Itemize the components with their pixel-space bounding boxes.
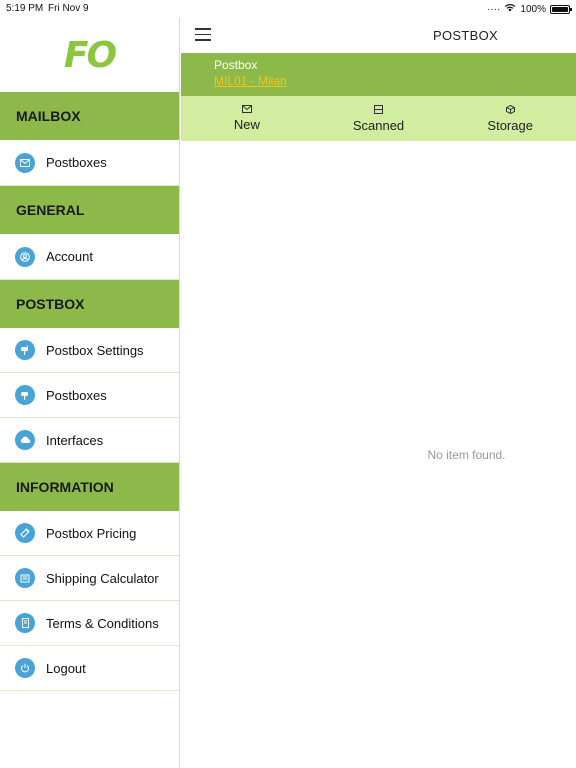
document-icon — [15, 613, 35, 633]
tab-scanned[interactable]: Scanned — [313, 96, 445, 141]
sidebar-item-shipping-calculator[interactable]: Shipping Calculator — [0, 556, 179, 601]
sidebar-item-postbox-postboxes[interactable]: Postboxes — [0, 373, 179, 418]
sidebar-item-interfaces[interactable]: Interfaces — [0, 418, 179, 463]
tab-storage[interactable]: Storage — [444, 96, 576, 141]
signal-dots-icon: ···· — [487, 3, 501, 15]
status-time: 5:19 PM — [6, 3, 44, 14]
tab-label: Storage — [487, 117, 533, 133]
status-right: ···· 100% — [487, 3, 572, 15]
battery-icon — [550, 4, 572, 14]
status-date: Fri Nov 9 — [48, 3, 89, 14]
sidebar-item-label: Postboxes — [46, 387, 107, 403]
user-icon — [15, 246, 35, 267]
sidebar: FO MAILBOX Postboxes GENERAL Account POS… — [0, 18, 180, 768]
empty-message: No item found. — [427, 448, 506, 462]
sidebar-item-label: Postboxes — [46, 155, 107, 170]
section-header-mailbox: MAILBOX — [0, 92, 179, 140]
hamburger-menu-icon[interactable] — [195, 28, 211, 41]
sidebar-item-label: Account — [46, 249, 93, 264]
postbox-selector-link[interactable]: MIL01 - Milan — [214, 74, 287, 88]
sidebar-item-postbox-pricing[interactable]: Postbox Pricing — [0, 511, 179, 556]
logo-area: FO — [0, 18, 179, 92]
cloud-icon — [15, 430, 35, 450]
sidebar-item-label: Terms & Conditions — [46, 615, 159, 631]
sidebar-item-mailbox-postboxes[interactable]: Postboxes — [0, 140, 179, 186]
sidebar-item-label: Postbox Pricing — [46, 525, 137, 541]
sidebar-item-postbox-settings[interactable]: Postbox Settings — [0, 328, 179, 373]
section-header-information: INFORMATION — [0, 463, 179, 511]
app-logo: FO — [63, 34, 117, 76]
postbox-label: Postbox — [214, 58, 258, 72]
wifi-icon — [504, 3, 516, 15]
battery-percent: 100% — [520, 3, 546, 15]
power-icon — [15, 658, 35, 678]
envelope-icon — [241, 105, 252, 115]
scan-icon — [374, 104, 383, 116]
sidebar-item-account[interactable]: Account — [0, 234, 179, 280]
mailbox-icon — [15, 385, 35, 405]
section-header-general: GENERAL — [0, 186, 179, 234]
sidebar-item-label: Shipping Calculator — [46, 570, 159, 586]
sidebar-item-label: Interfaces — [46, 432, 104, 448]
sidebar-item-label: Logout — [46, 660, 86, 676]
sidebar-item-logout[interactable]: Logout — [0, 646, 179, 691]
sidebar-item-terms-conditions[interactable]: Terms & Conditions — [0, 601, 179, 646]
calculator-icon — [15, 568, 35, 588]
empty-state: No item found. — [181, 446, 576, 464]
nav-bar: POSTBOX — [181, 18, 576, 53]
mailbox-icon — [15, 340, 35, 360]
tab-label: Scanned — [352, 117, 405, 133]
tab-label: New — [233, 117, 260, 132]
postbox-banner: Postbox MIL01 - Milan — [181, 53, 576, 96]
box-icon — [505, 104, 515, 116]
tag-icon — [15, 523, 35, 543]
tab-bar: New Scanned Storage — [181, 96, 576, 141]
status-bar: 5:19 PM Fri Nov 9 ···· 100% — [0, 0, 576, 18]
main-panel: POSTBOX Postbox MIL01 - Milan New Scanne… — [181, 18, 576, 768]
tab-new[interactable]: New — [181, 96, 313, 141]
section-header-postbox: POSTBOX — [0, 280, 179, 328]
sidebar-item-label: Postbox Settings — [46, 342, 144, 358]
envelope-icon — [15, 152, 35, 173]
page-title: POSTBOX — [433, 28, 498, 43]
